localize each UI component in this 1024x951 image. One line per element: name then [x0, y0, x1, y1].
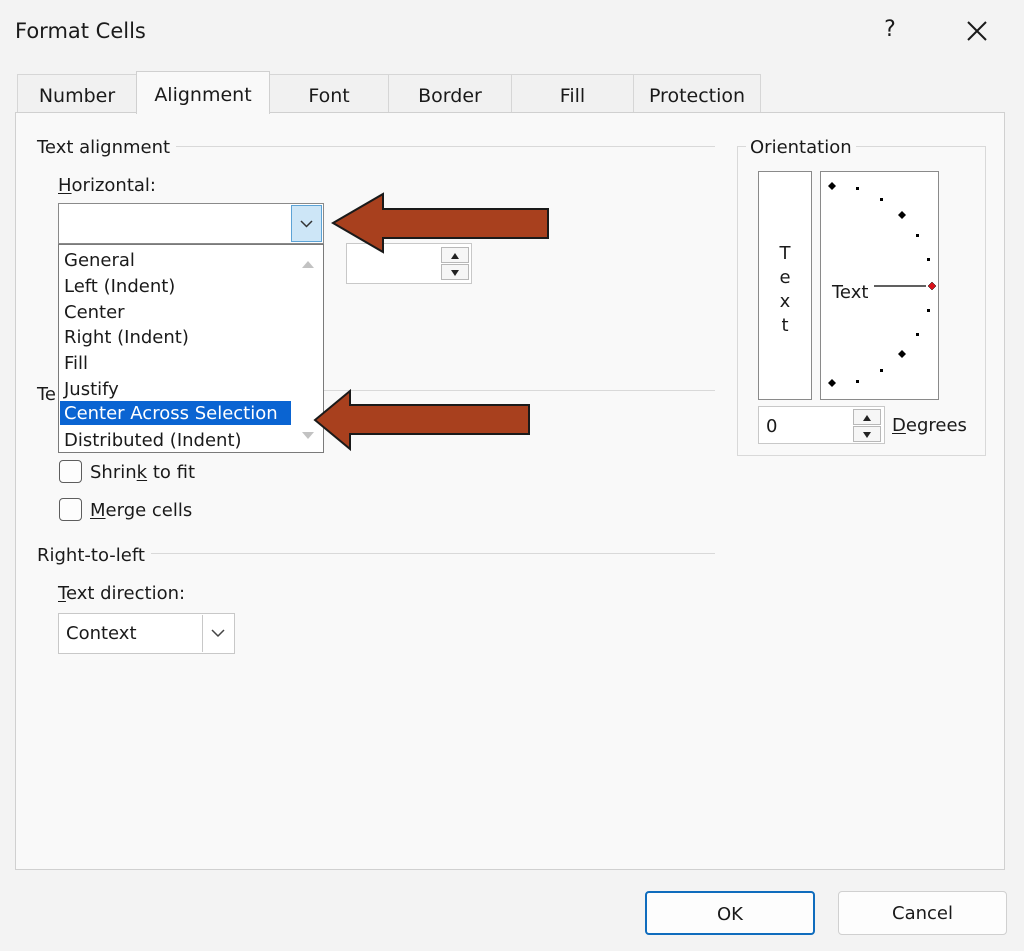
vertical-text-button[interactable]: T e x t	[758, 171, 812, 400]
arrow-up-icon	[863, 415, 871, 421]
arrow-down-icon	[451, 270, 459, 276]
orientation-label: Orientation	[746, 137, 856, 158]
option-justify[interactable]: Justify	[64, 379, 119, 400]
vertical-text: T e x t	[779, 243, 791, 336]
dial-text: Text	[832, 282, 869, 303]
group-divider	[145, 553, 715, 554]
cancel-button[interactable]: Cancel	[838, 891, 1007, 935]
annotation-arrow-icon	[313, 388, 530, 452]
tab-protection[interactable]: Protection	[633, 74, 761, 112]
option-left-indent[interactable]: Left (Indent)	[64, 276, 175, 297]
degrees-label: Degrees	[892, 415, 967, 436]
close-icon	[967, 20, 987, 41]
text-direction-dropdown-button[interactable]	[202, 615, 233, 652]
option-center[interactable]: Center	[64, 302, 125, 323]
ok-button[interactable]: OK	[645, 891, 815, 935]
close-button[interactable]	[955, 10, 999, 50]
option-center-across-selection[interactable]: Center Across Selection	[60, 401, 291, 425]
chevron-down-icon	[300, 220, 313, 228]
merge-cells-checkbox[interactable]	[59, 498, 82, 521]
text-alignment-label: Text alignment	[37, 137, 177, 158]
scroll-up-arrow-icon[interactable]	[293, 247, 323, 277]
tab-fill[interactable]: Fill	[511, 74, 634, 112]
option-distributed-indent[interactable]: Distributed (Indent)	[64, 430, 242, 451]
arrow-down-icon	[863, 432, 871, 438]
text-direction-label: Text direction:	[58, 583, 186, 604]
option-fill[interactable]: Fill	[64, 353, 88, 374]
right-to-left-label: Right-to-left	[37, 545, 151, 566]
shrink-to-fit-label: Shrink to fit	[90, 462, 196, 483]
tab-border[interactable]: Border	[388, 74, 512, 112]
horizontal-select[interactable]	[58, 203, 324, 244]
tab-alignment[interactable]: Alignment	[136, 71, 270, 114]
tab-font[interactable]: Font	[269, 74, 389, 112]
degrees-input[interactable]: 0	[758, 406, 885, 444]
option-general[interactable]: General	[64, 250, 135, 271]
horizontal-label: Horizontal:	[58, 175, 156, 196]
merge-cells-label: Merge cells	[90, 500, 193, 521]
horizontal-dropdown-button[interactable]	[291, 205, 322, 242]
indent-down-button[interactable]	[441, 264, 469, 280]
chevron-down-icon	[211, 629, 225, 638]
degrees-up-button[interactable]	[853, 409, 881, 425]
dialog-title: Format Cells	[15, 19, 146, 43]
group-divider	[160, 146, 715, 147]
horizontal-options-list[interactable]: General Left (Indent) Center Right (Inde…	[58, 244, 324, 453]
annotation-arrow-icon	[331, 192, 549, 254]
tab-number[interactable]: Number	[17, 74, 137, 112]
degrees-down-button[interactable]	[853, 426, 881, 442]
option-right-indent[interactable]: Right (Indent)	[64, 327, 189, 348]
help-button[interactable]: ?	[870, 10, 910, 50]
shrink-to-fit-checkbox[interactable]	[59, 460, 82, 483]
orientation-dial[interactable]: Text	[820, 171, 939, 400]
